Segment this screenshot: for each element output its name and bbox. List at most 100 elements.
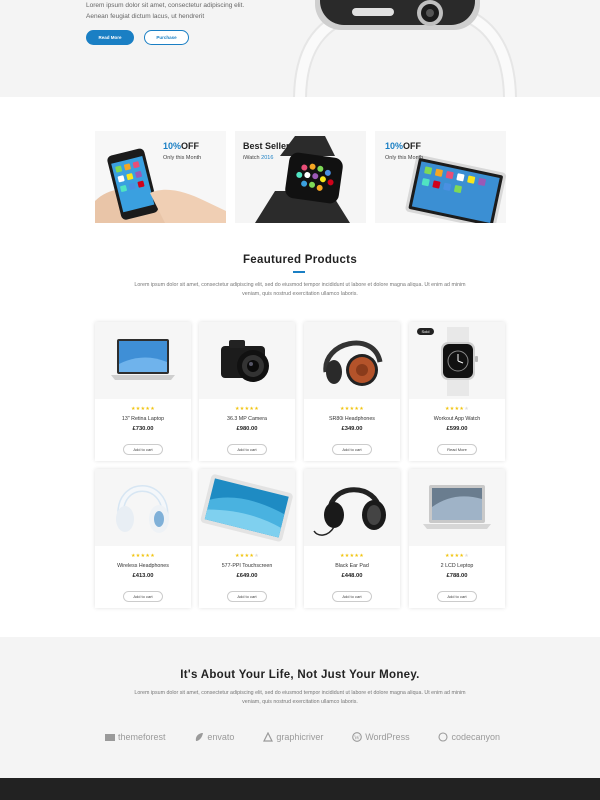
product-image bbox=[199, 322, 295, 399]
promo-3-title-rest: OFF bbox=[403, 141, 422, 151]
product-price: £413.00 bbox=[132, 573, 154, 579]
codecanyon-icon bbox=[438, 732, 449, 742]
read-more-button[interactable]: Read More bbox=[86, 30, 134, 45]
product-price: £649.00 bbox=[236, 573, 258, 579]
product-price: £349.00 bbox=[341, 426, 363, 432]
featured-title: Feautured Products bbox=[242, 254, 358, 266]
product-name: 2 LCD Leptop bbox=[440, 563, 474, 569]
hero-text: Lorem ipsum dolor sit amet, consectetur … bbox=[86, 0, 244, 22]
rating-stars: ★★★★★ bbox=[304, 406, 400, 412]
product-name: 13" Retina Laptop bbox=[121, 416, 165, 422]
star-filled-icon: ★ bbox=[150, 553, 155, 559]
product-name: Wireless Headphones bbox=[117, 563, 169, 569]
iphone-hand-image bbox=[95, 131, 226, 223]
svg-text:W: W bbox=[354, 735, 360, 741]
graphicriver-logo[interactable]: graphicriver bbox=[263, 731, 324, 742]
promo-1-title-rest: OFF bbox=[181, 141, 200, 151]
star-empty-icon: ★ bbox=[254, 553, 259, 559]
product-image bbox=[304, 469, 400, 546]
product-card[interactable]: Sold ★★★★★ Workout App Watch £599.00 Rea… bbox=[409, 322, 505, 461]
promo-banner-iphone[interactable]: 10%OFF Only this Month bbox=[95, 131, 226, 223]
product-image: Sold bbox=[409, 322, 505, 399]
themeforest-logo[interactable]: themeforest bbox=[105, 732, 166, 742]
add-to-cart-button[interactable]: Add to cart bbox=[123, 444, 163, 455]
product-card[interactable]: ★★★★★ 2 LCD Leptop £788.00 Add to cart bbox=[409, 469, 505, 608]
purchase-button[interactable]: Purchase bbox=[144, 30, 189, 45]
product-card[interactable]: ★★★★★ Black Ear Pad £448.00 Add to cart bbox=[304, 469, 400, 608]
wordpress-label: WordPress bbox=[365, 732, 410, 742]
add-to-cart-button[interactable]: Add to cart bbox=[123, 591, 163, 602]
star-filled-icon: ★ bbox=[254, 406, 259, 412]
promo-banner-ipad[interactable]: 10%OFF Only this Month bbox=[375, 131, 506, 223]
page: Lorem ipsum dolor sit amet, consectetur … bbox=[0, 0, 600, 800]
product-card[interactable]: ★★★★★ 577-PPI Touchscreen £649.00 Add to… bbox=[199, 469, 295, 608]
promo-3-subtitle: Only this Month bbox=[385, 155, 424, 161]
rating-stars: ★★★★★ bbox=[409, 406, 505, 412]
product-card[interactable]: ★★★★★ 36.3 MP Camera £980.00 Add to cart bbox=[199, 322, 295, 461]
promo-2-subtitle: iWatch 2016 bbox=[243, 155, 273, 161]
promo-banner-iwatch[interactable]: Best Seller iWatch 2016 bbox=[235, 131, 366, 223]
featured-title-underline bbox=[293, 271, 305, 273]
camera-image bbox=[221, 340, 269, 382]
wordpress-icon: W bbox=[352, 732, 363, 742]
hero-line-2: Aenean feugiat dictum lacus, ut hendreri… bbox=[86, 13, 205, 20]
product-price: £599.00 bbox=[446, 426, 468, 432]
product-image bbox=[304, 322, 400, 399]
rating-stars: ★★★★★ bbox=[409, 553, 505, 559]
star-filled-icon: ★ bbox=[359, 553, 364, 559]
hero-watch-image bbox=[293, 0, 517, 97]
add-to-cart-button[interactable]: Add to cart bbox=[332, 591, 372, 602]
product-card[interactable]: ★★★★★ SR80i Headphones £349.00 Add to ca… bbox=[304, 322, 400, 461]
add-to-cart-button[interactable]: Add to cart bbox=[227, 444, 267, 455]
product-name: 36.3 MP Camera bbox=[227, 416, 267, 422]
hero-section: Lorem ipsum dolor sit amet, consectetur … bbox=[0, 0, 600, 97]
product-card[interactable]: ★★★★★ Wireless Headphones £413.00 Add to… bbox=[95, 469, 191, 608]
footer-bar bbox=[0, 778, 600, 800]
add-to-cart-button[interactable]: Add to cart bbox=[332, 444, 372, 455]
add-to-cart-button[interactable]: Add to cart bbox=[227, 591, 267, 602]
tablet-image bbox=[200, 474, 293, 542]
product-price: £448.00 bbox=[341, 573, 363, 579]
laptop-image bbox=[111, 339, 175, 380]
graphicriver-label: graphicriver bbox=[276, 732, 324, 742]
product-name: SR80i Headphones bbox=[329, 416, 375, 422]
about-title: It's About Your Life, Not Just Your Mone… bbox=[180, 669, 420, 681]
about-description: Lorem ipsum dolor sit amet, consectetur … bbox=[134, 690, 466, 705]
hero-buttons: Read More Purchase bbox=[86, 30, 189, 45]
promo-2-title: Best Seller bbox=[243, 141, 290, 151]
star-filled-icon: ★ bbox=[150, 406, 155, 412]
wordpress-logo[interactable]: W WordPress bbox=[352, 732, 410, 742]
sold-badge: Sold bbox=[417, 328, 434, 335]
product-image bbox=[409, 469, 505, 546]
rating-stars: ★★★★★ bbox=[304, 553, 400, 559]
product-name: Workout App Watch bbox=[433, 416, 481, 422]
lcd-laptop-image bbox=[423, 485, 491, 529]
star-filled-icon: ★ bbox=[359, 406, 364, 412]
rating-stars: ★★★★★ bbox=[95, 553, 191, 559]
envato-label: envato bbox=[207, 732, 235, 742]
rating-stars: ★★★★★ bbox=[199, 553, 295, 559]
star-empty-icon: ★ bbox=[464, 553, 469, 559]
promo-banners: 10%OFF Only this Month Best Seller iWatc… bbox=[95, 131, 506, 223]
headphones-image bbox=[323, 340, 383, 386]
ear-pad-image bbox=[313, 487, 386, 536]
add-to-cart-button[interactable]: Add to cart bbox=[437, 591, 477, 602]
featured-description: Lorem ipsum dolor sit amet, consectetur … bbox=[134, 282, 466, 297]
partner-logos: themeforest envato graphicriver W WordPr… bbox=[105, 731, 500, 742]
promo-3-title: 10%OFF bbox=[385, 141, 421, 151]
themeforest-icon bbox=[105, 732, 115, 742]
about-section: It's About Your Life, Not Just Your Mone… bbox=[0, 637, 600, 778]
promo-1-title: 10%OFF bbox=[163, 141, 199, 151]
codecanyon-logo[interactable]: codecanyon bbox=[438, 732, 500, 742]
themeforest-label: themeforest bbox=[118, 732, 166, 742]
wireless-headphones-image bbox=[116, 485, 169, 533]
codecanyon-label: codecanyon bbox=[451, 732, 500, 742]
promo-1-subtitle: Only this Month bbox=[163, 155, 202, 161]
product-card[interactable]: ★★★★★ 13" Retina Laptop £730.00 Add to c… bbox=[95, 322, 191, 461]
envato-logo[interactable]: envato bbox=[194, 732, 234, 742]
read-more-button[interactable]: Read More bbox=[437, 444, 477, 455]
product-price: £788.00 bbox=[446, 573, 468, 579]
promo-2-subtitle-prefix: iWatch bbox=[243, 155, 262, 161]
promo-3-title-accent: 10% bbox=[385, 141, 404, 151]
promo-1-title-accent: 10% bbox=[163, 141, 182, 151]
